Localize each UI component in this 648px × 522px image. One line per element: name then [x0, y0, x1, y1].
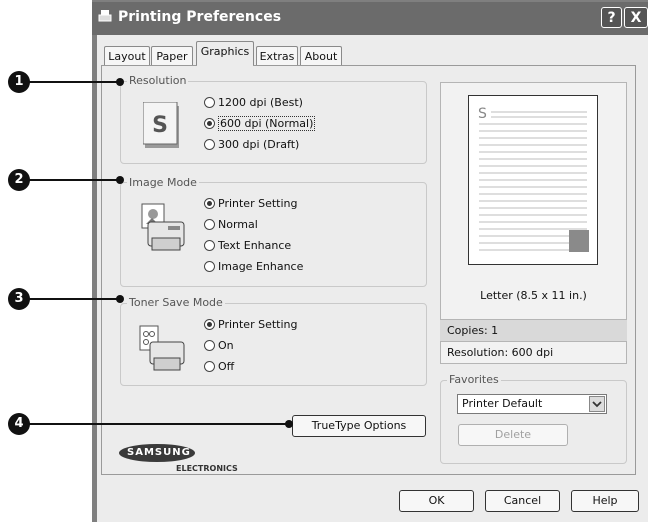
resolution-document-icon: S	[142, 101, 183, 150]
favorites-group	[440, 380, 627, 464]
radio-button[interactable]	[204, 261, 215, 272]
favorites-dropdown[interactable]: Printer Default	[457, 394, 607, 414]
radio-button[interactable]	[204, 219, 215, 230]
preview-letter: S	[478, 106, 487, 122]
toner-save-legend: Toner Save Mode	[127, 296, 225, 309]
radio-label: Printer Setting	[218, 197, 298, 210]
truetype-options-button[interactable]: TrueType Options	[292, 415, 426, 437]
radio-button-selected[interactable]	[204, 198, 215, 209]
samsung-logo-sub: ELECTRONICS	[176, 464, 238, 473]
radio-toner-on[interactable]: On	[204, 337, 234, 355]
radio-label: On	[218, 339, 234, 352]
delete-favorite-button[interactable]: Delete	[458, 424, 568, 446]
callout-3: 3	[8, 288, 30, 310]
callout-2-line	[28, 179, 120, 181]
favorites-legend: Favorites	[447, 373, 501, 386]
radio-button[interactable]	[204, 97, 215, 108]
toner-save-printer-icon	[138, 324, 188, 374]
radio-label: Normal	[218, 218, 258, 231]
resolution-info-label: Resolution: 600 dpi	[440, 341, 627, 363]
radio-label: Image Enhance	[218, 260, 304, 273]
tab-about[interactable]: About	[300, 46, 342, 65]
callout-1-dot	[116, 78, 124, 86]
radio-text-enhance[interactable]: Text Enhance	[204, 237, 291, 255]
radio-label: 300 dpi (Draft)	[218, 138, 300, 151]
callout-3-line	[28, 298, 120, 300]
samsung-logo-text: SAMSUNG	[127, 447, 191, 458]
radio-label: Printer Setting	[218, 318, 298, 331]
cancel-button[interactable]: Cancel	[485, 490, 560, 512]
callout-4-line	[28, 423, 290, 425]
radio-button[interactable]	[204, 240, 215, 251]
paper-preview: S	[468, 95, 598, 265]
radio-label: 1200 dpi (Best)	[218, 96, 303, 109]
callout-4: 4	[8, 413, 30, 435]
radio-image-printer-setting[interactable]: Printer Setting	[204, 195, 297, 213]
printer-image-icon	[138, 202, 188, 254]
resolution-icon-letter: S	[152, 113, 168, 138]
close-button[interactable]: X	[624, 7, 648, 28]
radio-label: Text Enhance	[218, 239, 292, 252]
chevron-down-icon[interactable]	[589, 396, 605, 412]
radio-600dpi[interactable]: 600 dpi (Normal)	[204, 115, 316, 133]
callout-4-dot	[285, 420, 293, 428]
radio-toner-printer-setting[interactable]: Printer Setting	[204, 316, 297, 334]
radio-300dpi[interactable]: 300 dpi (Draft)	[204, 136, 299, 154]
radio-button-selected[interactable]	[204, 319, 215, 330]
radio-button[interactable]	[204, 340, 215, 351]
radio-label: Off	[218, 360, 235, 373]
help-title-button[interactable]: ?	[601, 7, 622, 28]
active-tab-gap	[197, 64, 253, 67]
callout-3-dot	[116, 295, 124, 303]
image-mode-legend: Image Mode	[127, 176, 199, 189]
help-button[interactable]: Help	[571, 490, 639, 512]
radio-button[interactable]	[204, 139, 215, 150]
copies-label: Copies: 1	[440, 319, 627, 341]
radio-toner-off[interactable]: Off	[204, 358, 234, 376]
radio-label: 600 dpi (Normal)	[218, 116, 316, 131]
callout-2: 2	[8, 169, 30, 191]
ok-button[interactable]: OK	[399, 490, 474, 512]
favorites-selected: Printer Default	[462, 397, 543, 410]
paper-size-label: Letter (8.5 x 11 in.)	[480, 289, 587, 302]
radio-button[interactable]	[204, 361, 215, 372]
printer-icon	[98, 9, 112, 23]
radio-image-normal[interactable]: Normal	[204, 216, 258, 234]
radio-button-selected[interactable]	[204, 118, 215, 129]
tab-paper[interactable]: Paper	[151, 46, 193, 65]
radio-image-enhance[interactable]: Image Enhance	[204, 258, 303, 276]
resolution-legend: Resolution	[127, 74, 189, 87]
tab-extras[interactable]: Extras	[256, 46, 298, 65]
callout-1-line	[28, 81, 120, 83]
tab-graphics[interactable]: Graphics	[196, 41, 254, 66]
callout-2-dot	[116, 176, 124, 184]
callout-1: 1	[8, 71, 30, 93]
window-title: Printing Preferences	[118, 9, 282, 25]
radio-1200dpi[interactable]: 1200 dpi (Best)	[204, 94, 303, 112]
tab-layout[interactable]: Layout	[104, 46, 150, 65]
